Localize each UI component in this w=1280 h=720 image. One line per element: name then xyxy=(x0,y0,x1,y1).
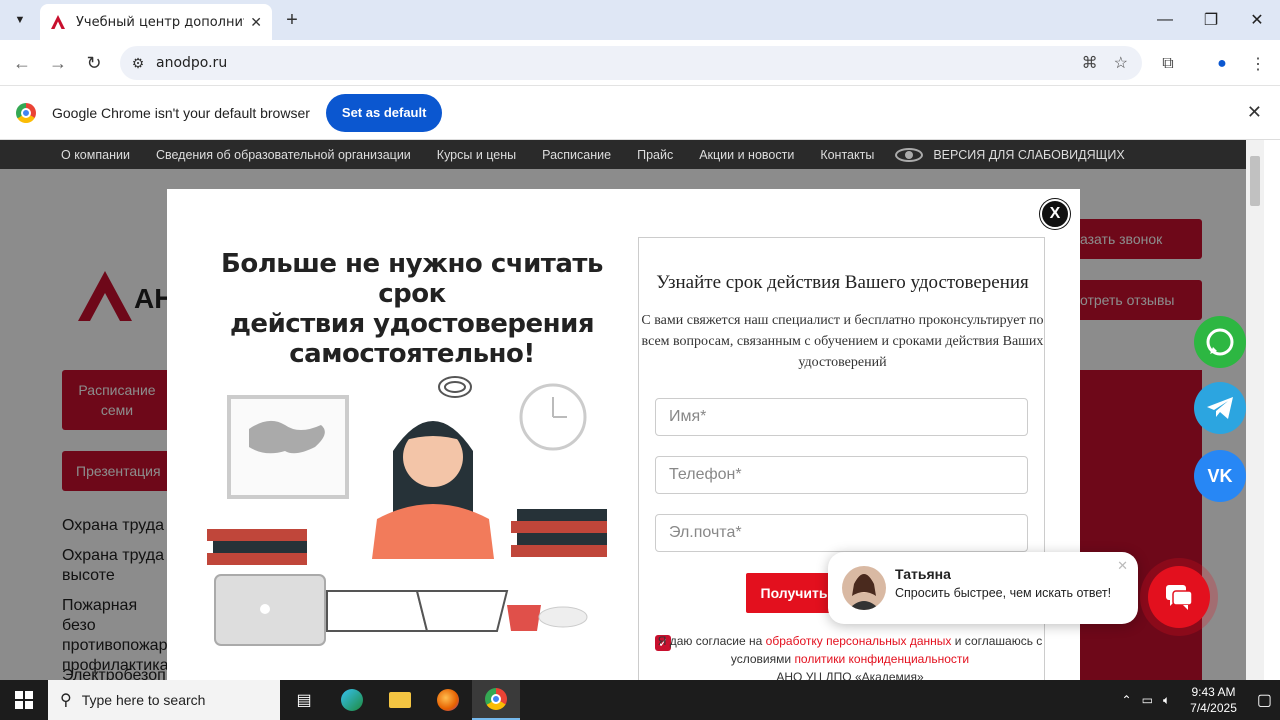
clock[interactable]: 9:43 AM 7/4/2025 xyxy=(1190,684,1237,716)
clock-date: 7/4/2025 xyxy=(1190,701,1237,715)
chat-message: Спросить быстрее, чем искать ответ! xyxy=(895,586,1112,600)
url-text[interactable]: anodpo.ru xyxy=(156,55,227,71)
consent-prefix: Я даю согласие на xyxy=(657,634,763,648)
task-view-icon[interactable]: ▤ xyxy=(280,680,328,720)
chat-close-icon[interactable]: ✕ xyxy=(1117,558,1128,574)
modal-close-button[interactable]: X xyxy=(1040,199,1070,229)
scrollbar-thumb[interactable] xyxy=(1250,156,1260,206)
telegram-icon[interactable] xyxy=(1194,382,1246,434)
eye-icon[interactable] xyxy=(895,147,924,162)
agent-name: Татьяна xyxy=(895,566,951,582)
privacy-policy-link[interactable]: политики конфиденциальности xyxy=(794,652,969,666)
email-input[interactable] xyxy=(655,514,1028,552)
stressed-student-illustration xyxy=(207,376,617,659)
infobar-message: Google Chrome isn't your default browser xyxy=(52,104,310,121)
browser-toolbar: ← → ↻ ⚙ anodpo.ru ⌘ ☆ ⧉ ● ⋮ xyxy=(0,40,1280,86)
chrome-taskbar-icon[interactable] xyxy=(472,680,520,720)
edge-icon[interactable] xyxy=(328,680,376,720)
form-description: С вами свяжется наш специалист и бесплат… xyxy=(641,313,1044,370)
tab-strip: ▼ Учебный центр дополнительн ✕ + — ❐ ✕ xyxy=(0,0,1280,40)
site-settings-icon[interactable]: ⚙ xyxy=(120,55,156,72)
site-favicon-icon xyxy=(51,15,65,29)
reload-button[interactable]: ↻ xyxy=(81,50,107,76)
chrome-logo-icon xyxy=(16,102,36,123)
translate-icon[interactable]: ⌘ xyxy=(1082,53,1098,73)
window-close-button[interactable]: ✕ xyxy=(1234,6,1280,34)
nav-item-contacts[interactable]: Контакты xyxy=(807,148,887,162)
site-nav: О компании Сведения об образовательной о… xyxy=(0,140,1264,169)
page-viewport: О компании Сведения об образовательной о… xyxy=(0,140,1264,680)
personal-data-link[interactable]: обработку персональных данных xyxy=(766,634,952,648)
menu-kebab-icon[interactable]: ⋮ xyxy=(1244,50,1272,78)
tab-title: Учебный центр дополнительн xyxy=(76,14,244,30)
restore-button[interactable]: ❐ xyxy=(1188,6,1234,34)
active-tab[interactable]: Учебный центр дополнительн ✕ xyxy=(40,4,272,40)
volume-icon[interactable]: 🔈︎ xyxy=(1163,693,1170,708)
page-scrollbar[interactable] xyxy=(1246,140,1264,680)
profile-icon[interactable]: ● xyxy=(1208,50,1236,78)
bookmark-star-icon[interactable]: ☆ xyxy=(1114,53,1128,73)
taskbar-search[interactable]: ⚲ Type here to search xyxy=(48,680,280,720)
nav-item-info[interactable]: Сведения об образовательной организации xyxy=(143,148,424,162)
minimize-button[interactable]: — xyxy=(1142,6,1188,34)
default-browser-infobar: Google Chrome isn't your default browser… xyxy=(0,86,1280,140)
consent-text: Я даю согласие на обработку персональных… xyxy=(655,632,1045,680)
taskbar-search-placeholder: Type here to search xyxy=(81,692,206,708)
new-tab-button[interactable]: + xyxy=(280,6,304,34)
form-title: Узнайте срок действия Вашего удостоверен… xyxy=(656,272,1029,293)
tray-chevron-icon[interactable]: ⌃ xyxy=(1122,693,1132,707)
nav-item-schedule[interactable]: Расписание xyxy=(529,148,624,162)
infobar-close-icon[interactable]: ✕ xyxy=(1247,102,1262,123)
nav-item-news[interactable]: Акции и новости xyxy=(686,148,807,162)
set-default-button[interactable]: Set as default xyxy=(325,93,443,132)
search-icon: ⚲ xyxy=(60,692,72,709)
extensions-icon[interactable]: ⧉ xyxy=(1154,50,1182,78)
chat-popup[interactable]: Татьяна Спросить быстрее, чем искать отв… xyxy=(828,552,1138,624)
phone-input[interactable] xyxy=(655,456,1028,494)
clock-time: 9:43 AM xyxy=(1191,685,1236,699)
windows-logo-icon xyxy=(15,691,33,709)
file-explorer-icon[interactable] xyxy=(376,680,424,720)
consent-org: АНО УЦ ДПО «Академия» xyxy=(776,670,924,680)
firefox-icon[interactable] xyxy=(424,680,472,720)
agent-avatar xyxy=(842,566,886,610)
promo-title-line-1: Больше не нужно считать срок xyxy=(221,249,603,309)
nav-item-price[interactable]: Прайс xyxy=(624,148,686,162)
address-bar[interactable]: ⚙ anodpo.ru ⌘ ☆ xyxy=(120,46,1142,80)
nav-item-courses[interactable]: Курсы и цены xyxy=(424,148,529,162)
chat-icon xyxy=(1166,585,1193,610)
notifications-icon[interactable]: ▢ xyxy=(1257,690,1272,710)
promo-title-line-3: самостоятельно! xyxy=(289,339,535,369)
tab-search-button[interactable]: ▼ xyxy=(8,8,32,32)
vk-icon[interactable]: VK xyxy=(1194,450,1246,502)
accessibility-link[interactable]: ВЕРСИЯ ДЛЯ СЛАБОВИДЯЩИХ xyxy=(933,148,1137,162)
tab-close-icon[interactable]: ✕ xyxy=(250,14,262,31)
system-tray: ⌃ ▭ 🔈︎ 9:43 AM 7/4/2025 ▢ xyxy=(1122,684,1280,716)
windows-taskbar: ⚲ Type here to search ▤ ⌃ ▭ 🔈︎ 9:43 AM 7… xyxy=(0,680,1280,720)
network-icon[interactable]: ▭ xyxy=(1142,693,1153,707)
name-input[interactable] xyxy=(655,398,1028,436)
promo-title-line-2: действия удостоверения xyxy=(229,309,595,339)
back-button[interactable]: ← xyxy=(9,50,35,76)
chat-button[interactable] xyxy=(1148,566,1210,628)
nav-item-about[interactable]: О компании xyxy=(48,148,143,162)
start-button[interactable] xyxy=(0,680,48,720)
promo-title: Больше не нужно считать срок действия уд… xyxy=(187,249,637,369)
forward-button[interactable]: → xyxy=(45,50,71,76)
whatsapp-icon[interactable] xyxy=(1194,316,1246,368)
